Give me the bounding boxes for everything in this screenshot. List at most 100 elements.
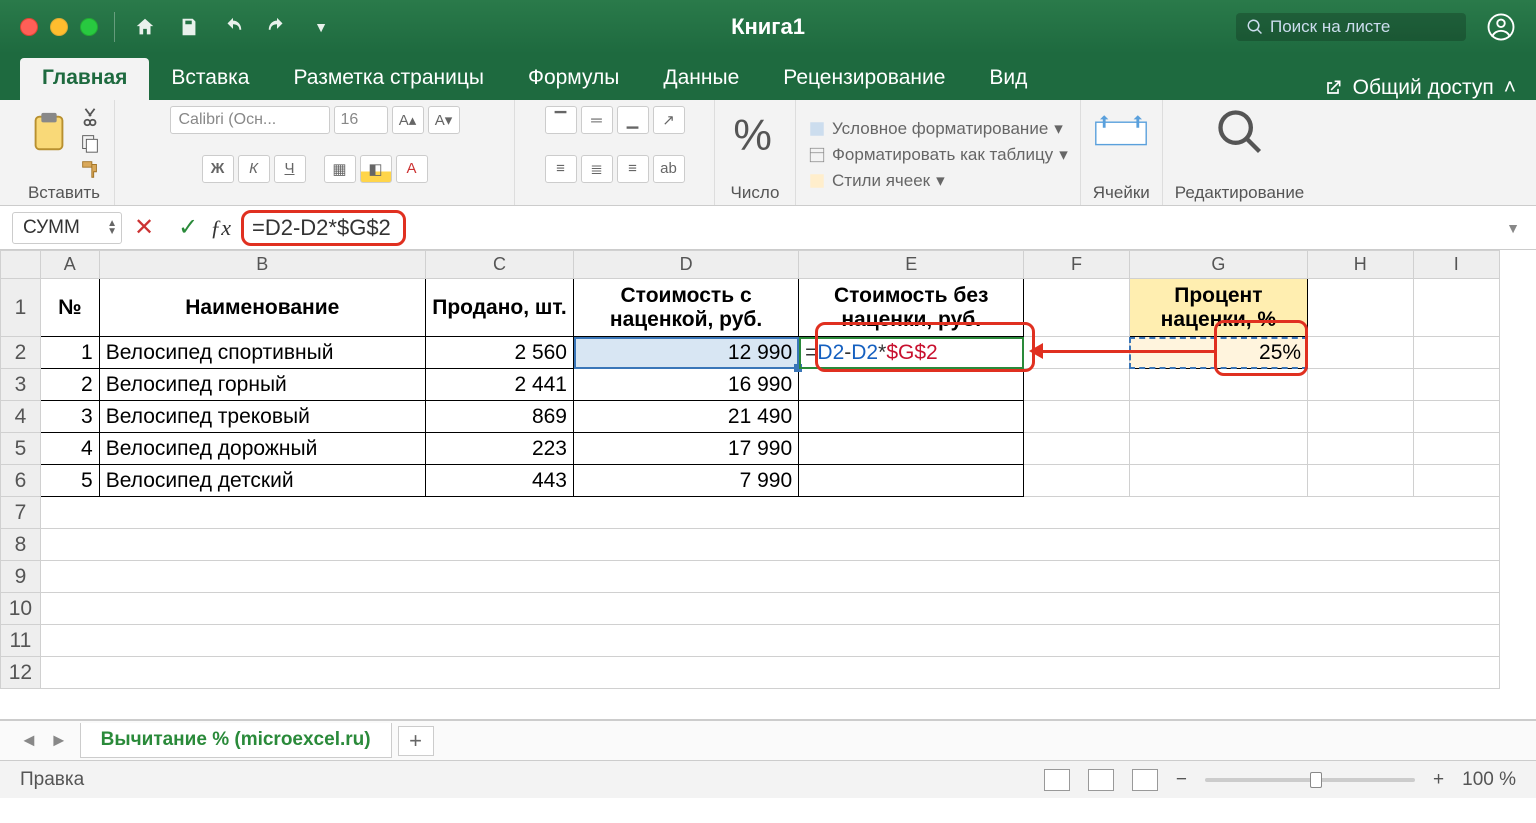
undo-icon[interactable] bbox=[219, 13, 247, 41]
row-header-10[interactable]: 10 bbox=[1, 593, 41, 625]
col-header-C[interactable]: C bbox=[425, 251, 573, 279]
cell-C5[interactable]: 223 bbox=[425, 433, 573, 465]
cell-D4[interactable]: 21 490 bbox=[574, 401, 799, 433]
col-header-B[interactable]: B bbox=[99, 251, 425, 279]
cell-B3[interactable]: Велосипед горный bbox=[99, 369, 425, 401]
tab-page-layout[interactable]: Разметка страницы bbox=[271, 58, 506, 100]
fill-color-button[interactable]: ◧ bbox=[360, 155, 392, 183]
close-window-button[interactable] bbox=[20, 18, 38, 36]
row-header-9[interactable]: 9 bbox=[1, 561, 41, 593]
name-box[interactable]: СУММ ▲▼ bbox=[12, 212, 122, 244]
home-icon[interactable] bbox=[131, 13, 159, 41]
cell-I5[interactable] bbox=[1413, 433, 1499, 465]
cell-F4[interactable] bbox=[1024, 401, 1129, 433]
cell-E2[interactable]: =D2-D2*$G$2 bbox=[799, 337, 1024, 369]
cell-C1[interactable]: Продано, шт. bbox=[425, 279, 573, 337]
row-7-cells[interactable] bbox=[40, 497, 1499, 529]
align-center-button[interactable]: ≣ bbox=[581, 155, 613, 183]
col-header-I[interactable]: I bbox=[1413, 251, 1499, 279]
cell-H5[interactable] bbox=[1308, 433, 1413, 465]
cell-H2[interactable] bbox=[1308, 337, 1413, 369]
cell-G1[interactable]: Процент наценки, % bbox=[1129, 279, 1307, 337]
column-headers[interactable]: A B C D E F G H I bbox=[1, 251, 1500, 279]
cell-A2[interactable]: 1 bbox=[40, 337, 99, 369]
conditional-formatting-button[interactable]: Условное форматирование ▾ bbox=[808, 119, 1068, 139]
cell-A4[interactable]: 3 bbox=[40, 401, 99, 433]
row-header-5[interactable]: 5 bbox=[1, 433, 41, 465]
paste-icon[interactable] bbox=[26, 106, 72, 158]
worksheet-area[interactable]: A B C D E F G H I 1 № Наименование Прода… bbox=[0, 250, 1536, 720]
cell-E5[interactable] bbox=[799, 433, 1024, 465]
row-header-7[interactable]: 7 bbox=[1, 497, 41, 529]
spreadsheet-grid[interactable]: A B C D E F G H I 1 № Наименование Прода… bbox=[0, 250, 1500, 689]
view-normal-button[interactable] bbox=[1044, 769, 1070, 791]
cell-G5[interactable] bbox=[1129, 433, 1307, 465]
row-header-11[interactable]: 11 bbox=[1, 625, 41, 657]
cell-H6[interactable] bbox=[1308, 465, 1413, 497]
cell-B4[interactable]: Велосипед трековый bbox=[99, 401, 425, 433]
cell-D6[interactable]: 7 990 bbox=[574, 465, 799, 497]
col-header-D[interactable]: D bbox=[574, 251, 799, 279]
row-10-cells[interactable] bbox=[40, 593, 1499, 625]
italic-button[interactable]: К bbox=[238, 155, 270, 183]
cell-D5[interactable]: 17 990 bbox=[574, 433, 799, 465]
format-painter-icon[interactable] bbox=[78, 158, 102, 180]
cell-A5[interactable]: 4 bbox=[40, 433, 99, 465]
row-9-cells[interactable] bbox=[40, 561, 1499, 593]
cell-C6[interactable]: 443 bbox=[425, 465, 573, 497]
increase-font-button[interactable]: A▴ bbox=[392, 106, 424, 134]
cell-F3[interactable] bbox=[1024, 369, 1129, 401]
row-header-1[interactable]: 1 bbox=[1, 279, 41, 337]
cell-C4[interactable]: 869 bbox=[425, 401, 573, 433]
cell-G6[interactable] bbox=[1129, 465, 1307, 497]
cell-F6[interactable] bbox=[1024, 465, 1129, 497]
cell-H4[interactable] bbox=[1308, 401, 1413, 433]
sheet-nav-first[interactable]: ◄ bbox=[20, 730, 38, 751]
row-header-3[interactable]: 3 bbox=[1, 369, 41, 401]
font-size-combo[interactable]: 16 bbox=[334, 106, 388, 134]
sheet-nav-prev[interactable]: ► bbox=[50, 730, 68, 751]
cell-D2[interactable]: 12 990 bbox=[574, 337, 799, 369]
cell-A1[interactable]: № bbox=[40, 279, 99, 337]
expand-formula-bar-icon[interactable]: ▼ bbox=[1506, 220, 1520, 236]
align-bottom-button[interactable]: ▁ bbox=[617, 106, 649, 134]
accept-formula-button[interactable]: ✓ bbox=[178, 213, 198, 242]
copy-icon[interactable] bbox=[78, 132, 102, 154]
cell-B5[interactable]: Велосипед дорожный bbox=[99, 433, 425, 465]
align-middle-button[interactable]: ═ bbox=[581, 106, 613, 134]
cell-D3[interactable]: 16 990 bbox=[574, 369, 799, 401]
align-left-button[interactable]: ≡ bbox=[545, 155, 577, 183]
formula-input[interactable]: =D2-D2*$G$2 bbox=[241, 210, 406, 246]
minimize-window-button[interactable] bbox=[50, 18, 68, 36]
cell-H1[interactable] bbox=[1308, 279, 1413, 337]
add-sheet-button[interactable]: + bbox=[398, 726, 434, 756]
tab-review[interactable]: Рецензирование bbox=[761, 58, 967, 100]
cell-H3[interactable] bbox=[1308, 369, 1413, 401]
editing-find-icon[interactable] bbox=[1212, 106, 1268, 158]
cell-I3[interactable] bbox=[1413, 369, 1499, 401]
col-header-H[interactable]: H bbox=[1308, 251, 1413, 279]
cell-C2[interactable]: 2 560 bbox=[425, 337, 573, 369]
borders-button[interactable]: ▦ bbox=[324, 155, 356, 183]
zoom-window-button[interactable] bbox=[80, 18, 98, 36]
cell-A3[interactable]: 2 bbox=[40, 369, 99, 401]
cut-icon[interactable] bbox=[78, 106, 102, 128]
qat-more-icon[interactable]: ▼ bbox=[307, 13, 335, 41]
tab-home[interactable]: Главная bbox=[20, 58, 149, 100]
zoom-slider[interactable] bbox=[1205, 778, 1415, 782]
cell-E3[interactable] bbox=[799, 369, 1024, 401]
cell-E1[interactable]: Стоимость без наценки, руб. bbox=[799, 279, 1024, 337]
col-header-G[interactable]: G bbox=[1129, 251, 1307, 279]
wrap-text-button[interactable]: ab bbox=[653, 155, 685, 183]
cell-B2[interactable]: Велосипед спортивный bbox=[99, 337, 425, 369]
align-right-button[interactable]: ≡ bbox=[617, 155, 649, 183]
orientation-button[interactable]: ↗ bbox=[653, 106, 685, 134]
cell-A6[interactable]: 5 bbox=[40, 465, 99, 497]
row-header-2[interactable]: 2 bbox=[1, 337, 41, 369]
tab-view[interactable]: Вид bbox=[967, 58, 1049, 100]
row-header-8[interactable]: 8 bbox=[1, 529, 41, 561]
cell-E4[interactable] bbox=[799, 401, 1024, 433]
select-all-corner[interactable] bbox=[1, 251, 41, 279]
font-color-button[interactable]: A bbox=[396, 155, 428, 183]
search-box[interactable]: Поиск на листе bbox=[1236, 13, 1466, 41]
